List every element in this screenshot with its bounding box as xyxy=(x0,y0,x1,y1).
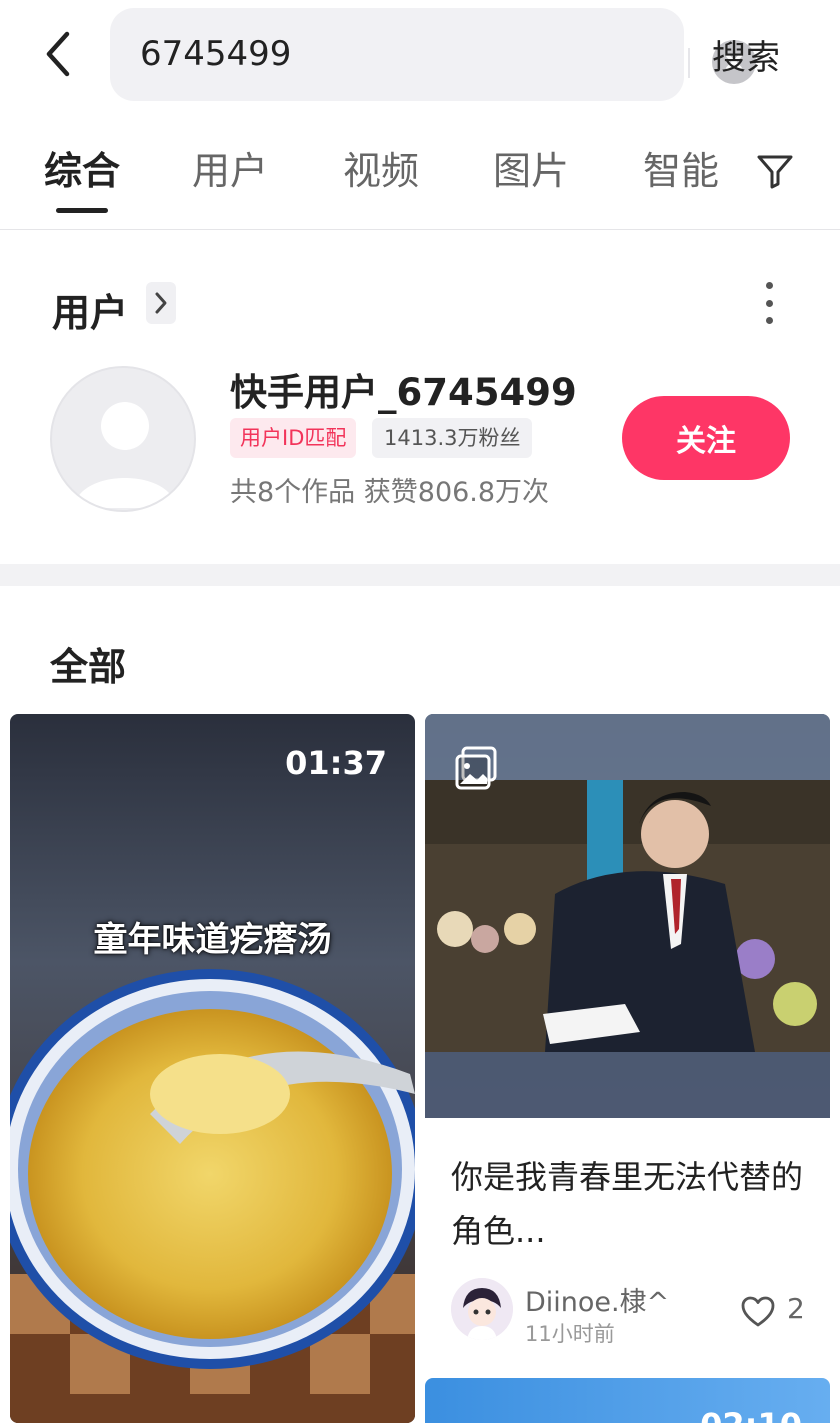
author-avatar[interactable] xyxy=(451,1278,513,1340)
video-duration: 01:37 xyxy=(285,744,387,782)
filter-button[interactable] xyxy=(754,150,796,192)
user-stats: 共8个作品 获赞806.8万次 xyxy=(230,477,550,508)
follow-button[interactable]: 关注 xyxy=(622,396,790,480)
search-box[interactable] xyxy=(110,8,756,101)
id-match-badge: 用户ID匹配 xyxy=(230,418,357,458)
tab-smart[interactable]: 智能 xyxy=(643,140,719,195)
section-title: 用户 xyxy=(52,291,129,335)
user-section: 用户 快手用户_6745499 用户ID匹配 1413.3万粉丝 共8个作品 获… xyxy=(0,230,840,564)
tab-users[interactable]: 用户 xyxy=(192,140,268,195)
post-time: 11小时前 xyxy=(525,1322,615,1346)
tab-bar: 综合 用户 视频 图片 智能 xyxy=(0,140,840,200)
author-avatar-image xyxy=(451,1278,513,1340)
gallery-icon xyxy=(455,746,497,790)
more-options-icon[interactable] xyxy=(756,282,782,324)
tab-videos[interactable]: 视频 xyxy=(343,140,419,195)
back-arrow-icon xyxy=(46,31,70,77)
user-name[interactable]: 快手用户_6745499 xyxy=(230,362,577,416)
user-section-more-button[interactable] xyxy=(146,282,176,324)
video-card[interactable]: 01:37 童年味道疙瘩汤 xyxy=(10,714,415,1423)
default-avatar-icon xyxy=(74,402,176,508)
video-thumbnail xyxy=(10,714,415,1423)
fans-badge: 1413.3万粉丝 xyxy=(372,418,533,458)
avatar[interactable] xyxy=(50,366,196,512)
video-overlay-text: 童年味道疙瘩汤 xyxy=(93,920,332,960)
author-name[interactable]: Diinoe.棣^ xyxy=(525,1280,669,1319)
video-duration: 02:10 xyxy=(700,1406,802,1423)
like-count: 2 xyxy=(787,1292,805,1325)
search-button[interactable]: 搜索 xyxy=(712,30,780,79)
filter-icon xyxy=(757,155,793,189)
gallery-card[interactable]: 你是我青春里无法代替的角色... Diinoe.棣^ 11小时前 2 xyxy=(425,714,830,1368)
search-input[interactable] xyxy=(140,30,570,78)
back-button[interactable] xyxy=(36,26,80,82)
search-divider xyxy=(688,48,690,78)
post-title[interactable]: 你是我青春里无法代替的角色... xyxy=(451,1150,811,1258)
section-title: 全部 xyxy=(50,645,127,689)
chevron-right-icon xyxy=(155,292,167,314)
active-tab-indicator xyxy=(56,208,108,213)
video-card[interactable]: 02:10 xyxy=(425,1378,830,1423)
tab-comprehensive[interactable]: 综合 xyxy=(44,140,120,195)
top-header: 搜索 综合 用户 视频 图片 智能 xyxy=(0,0,840,230)
tab-images[interactable]: 图片 xyxy=(493,140,569,195)
heart-icon[interactable] xyxy=(741,1296,775,1328)
